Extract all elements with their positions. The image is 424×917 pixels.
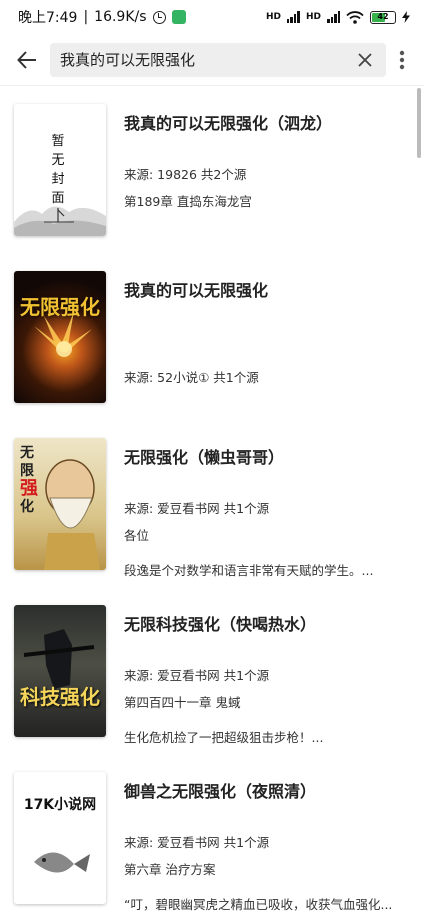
result-item[interactable]: 无限强化 我真的可以无限强化 来源: 52小说① 共1个源 [0,253,424,420]
status-divider: | [83,9,89,25]
status-bar: 晚上7:49 | 16.9K/s HD HD 42 [0,0,424,34]
book-source: 来源: 爱豆看书网 共1个源 [124,668,270,683]
phoenix-art-image [34,311,92,357]
book-info: 我真的可以无限强化（泗龙） 来源: 19826 共2个源 第189章 直捣东海龙… [124,104,406,253]
book-info: 我真的可以无限强化 来源: 52小说① 共1个源 [124,271,406,420]
status-speed: 16.9K/s [94,9,147,25]
book-title: 我真的可以无限强化 [124,281,269,300]
book-title: 御兽之无限强化（夜照清） [124,782,317,801]
more-options-button[interactable] [390,41,414,79]
result-item[interactable]: 无 限 强 化 无限强化（懒虫哥哥） 来源: 爱豆看书网 共1个源 各位 段逸是… [0,420,424,587]
book-info: 御兽之无限强化（夜照清） 来源: 爱豆看书网 共1个源 第六章 治疗方案 “叮，… [124,772,406,917]
search-input[interactable] [60,50,350,69]
book-latest-chapter: 第六章 治疗方案 [124,862,216,877]
status-right: HD HD 42 [265,10,410,24]
old-man-art-image [44,459,100,570]
result-item[interactable]: 17K小说网 御兽之无限强化（夜照清） 来源: 爱豆看书网 共1个源 第六章 治… [0,754,424,917]
book-latest-chapter: 第四百四十一章 鬼蜮 [124,695,241,710]
book-title: 无限科技强化（快喝热水） [124,615,317,634]
book-source: 来源: 52小说① 共1个源 [124,370,259,385]
book-cover: 科技强化 [14,605,106,737]
ink-landscape-image [14,206,106,236]
book-source: 来源: 爱豆看书网 共1个源 [124,835,270,850]
back-button[interactable] [8,41,46,79]
signal-1-label: HD [265,12,281,22]
book-description: 生化危机捡了一把超级狙击步枪！... [124,730,324,745]
scrollbar[interactable] [417,88,421,158]
clear-search-button[interactable] [350,45,380,75]
book-info: 无限科技强化（快喝热水） 来源: 爱豆看书网 共1个源 第四百四十一章 鬼蜮 生… [124,605,406,754]
charging-icon [402,11,410,23]
alarm-icon [152,10,166,24]
book-title: 无限强化（懒虫哥哥） [124,448,285,467]
more-vert-icon [399,50,405,69]
search-results-list[interactable]: 暂 无 封 面 我真的可以无限强化（泗龙） 来源: 19826 共2个源 第18… [0,86,424,917]
battery-level: 42 [377,11,389,21]
ink-fish-art-image [34,852,90,873]
book-source: 来源: 19826 共2个源 [124,167,247,182]
battery-icon: 42 [370,10,396,24]
search-toolbar [0,34,424,86]
close-icon [358,52,372,67]
book-latest-chapter: 第189章 直捣东海龙宫 [124,194,252,209]
app-notification-icon [171,10,186,24]
back-arrow-icon [17,50,36,69]
book-description: “叮，碧眼幽冥虎之精血已吸收，收获气血强化... [124,897,393,912]
status-left: 晚上7:49 | 16.9K/s [18,7,186,27]
book-title: 我真的可以无限强化（泗龙） [124,114,333,133]
book-info: 无限强化（懒虫哥哥） 来源: 爱豆看书网 共1个源 各位 段逸是个对数学和语言非… [124,438,406,587]
book-cover: 无限强化 [14,271,106,403]
wifi-icon [346,10,364,24]
book-description: 段逸是个对数学和语言非常有天赋的学生。... [124,563,374,578]
book-cover: 无 限 强 化 [14,438,106,570]
search-box [50,42,386,77]
signal-1-icon [286,11,300,23]
book-cover: 17K小说网 [14,772,106,904]
soldier-art-image [23,629,95,689]
book-source: 来源: 爱豆看书网 共1个源 [124,501,270,516]
signal-2-label: HD [305,12,321,22]
status-time: 晚上7:49 [18,10,78,26]
book-cover: 暂 无 封 面 [14,104,106,236]
book-latest-chapter: 各位 [124,528,150,543]
cover-title: 科技强化 [20,685,100,709]
signal-2-icon [327,11,340,23]
result-item[interactable]: 暂 无 封 面 我真的可以无限强化（泗龙） 来源: 19826 共2个源 第18… [0,86,424,253]
result-item[interactable]: 科技强化 无限科技强化（快喝热水） 来源: 爱豆看书网 共1个源 第四百四十一章… [0,587,424,754]
